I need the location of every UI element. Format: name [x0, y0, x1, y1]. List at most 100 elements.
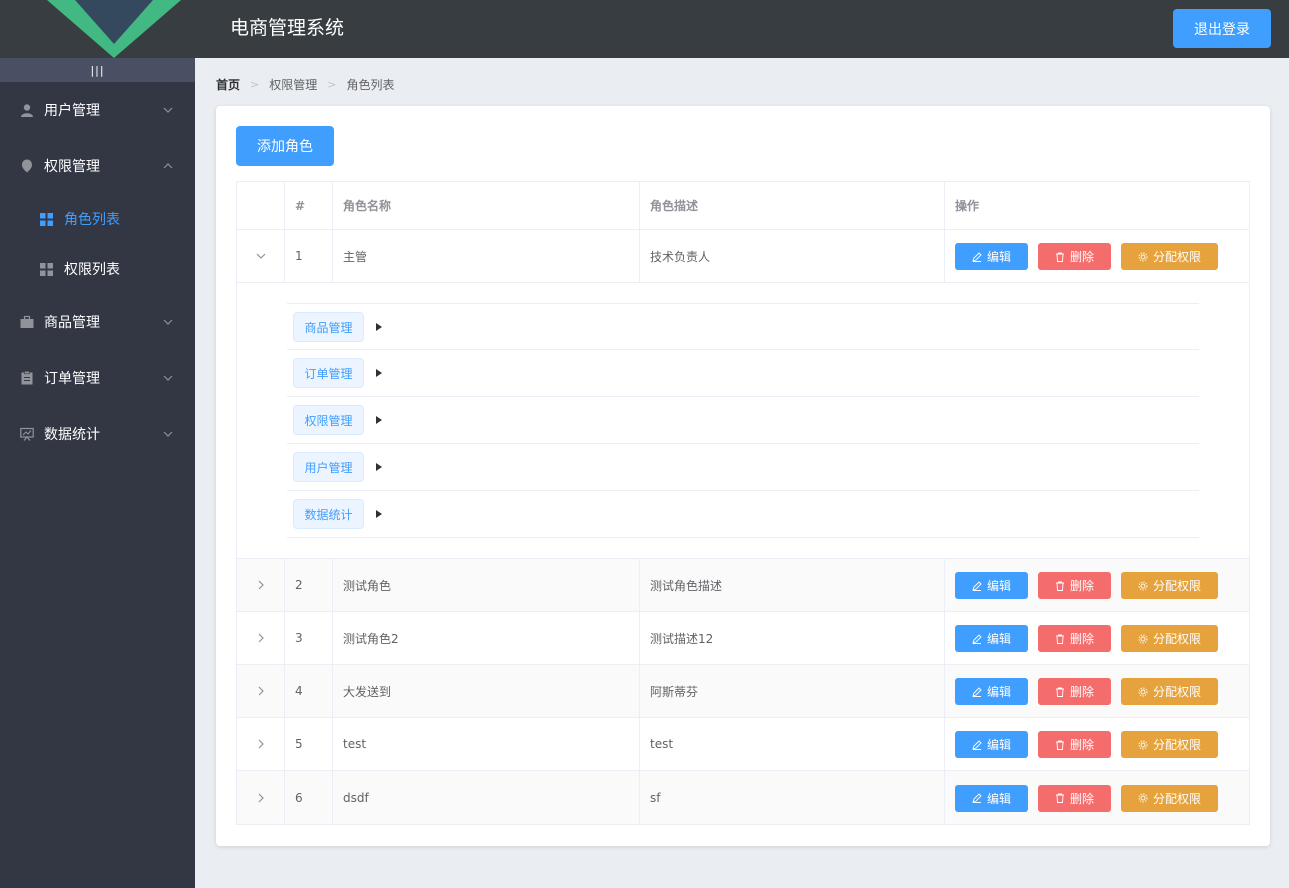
sidebar-item-users[interactable]: 用户管理 [0, 82, 195, 138]
row-index: 6 [285, 771, 333, 824]
permission-tag[interactable]: 订单管理 [293, 358, 364, 388]
gear-icon [1138, 581, 1148, 590]
assign-permission-button[interactable]: 分配权限 [1121, 625, 1218, 652]
trash-icon [1055, 634, 1064, 644]
gear-icon [1138, 793, 1148, 803]
assign-permission-button[interactable]: 分配权限 [1121, 243, 1218, 270]
delete-button[interactable]: 删除 [1038, 625, 1111, 652]
edit-icon [972, 793, 982, 803]
sidebar-item-label: 商品管理 [44, 315, 100, 331]
chevron-right-icon: > [327, 77, 337, 91]
edit-button[interactable]: 编辑 [955, 678, 1028, 705]
chevron-right-icon [258, 633, 264, 643]
edit-icon [972, 739, 982, 750]
expand-toggle[interactable] [237, 771, 285, 824]
permission-tag[interactable]: 商品管理 [293, 312, 364, 342]
expand-toggle[interactable] [237, 230, 285, 282]
breadcrumb-item: 权限管理 [269, 77, 318, 92]
vue-logo [0, 0, 195, 58]
chevron-down-icon [163, 431, 173, 437]
sidebar-item-goods[interactable]: 商品管理 [0, 294, 195, 350]
add-role-button[interactable]: 添加角色 [236, 126, 334, 166]
user-icon [21, 104, 33, 117]
chevron-down-icon [256, 253, 265, 259]
column-header-role-desc: 角色描述 [640, 182, 945, 229]
role-desc: 阿斯蒂芬 [640, 665, 945, 717]
chart-board-icon [20, 427, 34, 441]
trash-icon [1055, 581, 1064, 591]
sidebar-item-stats[interactable]: 数据统计 [0, 406, 195, 462]
sidebar-item-permissions[interactable]: 权限管理 [0, 138, 195, 194]
trash-icon [1055, 793, 1064, 803]
role-desc: test [640, 718, 945, 770]
caret-right-icon [376, 369, 382, 377]
permission-tag[interactable]: 数据统计 [293, 499, 364, 529]
assign-permission-button[interactable]: 分配权限 [1121, 572, 1218, 599]
content-card: 添加角色 # 角色名称 角色描述 操作 1 主管 技术负责人 编辑 删除 分配权… [216, 106, 1270, 846]
delete-label: 删除 [1069, 579, 1094, 593]
edit-button[interactable]: 编辑 [955, 572, 1028, 599]
breadcrumb-home[interactable]: 首页 [216, 76, 240, 93]
expand-toggle[interactable] [237, 559, 285, 611]
sidebar-toggle-button[interactable]: ||| [0, 58, 195, 82]
table-row: 6 dsdf sf 编辑 删除 分配权限 [237, 771, 1249, 824]
trash-icon [1055, 687, 1064, 697]
expanded-permissions: 商品管理 订单管理 权限管理 用户管理 数据统计 [237, 283, 1249, 559]
table-row: 2 测试角色 测试角色描述 编辑 删除 分配权限 [237, 559, 1249, 612]
permission-row: 用户管理 [287, 444, 1199, 491]
delete-button[interactable]: 删除 [1038, 784, 1111, 812]
caret-right-icon [376, 323, 382, 331]
column-header-actions: 操作 [955, 199, 980, 213]
grid-icon [40, 262, 53, 276]
column-header-index: # [285, 182, 333, 229]
assign-permission-label: 分配权限 [1152, 250, 1201, 264]
lock-icon [22, 159, 32, 173]
table-row: 4 大发送到 阿斯蒂芬 编辑 删除 分配权限 [237, 665, 1249, 718]
assign-permission-label: 分配权限 [1152, 738, 1201, 752]
chevron-right-icon: > [250, 77, 260, 91]
assign-permission-button[interactable]: 分配权限 [1121, 784, 1218, 812]
chevron-down-icon [163, 375, 173, 381]
role-desc: 测试描述12 [640, 612, 945, 664]
delete-label: 删除 [1069, 685, 1094, 699]
edit-button[interactable]: 编辑 [955, 625, 1028, 652]
gear-icon [1138, 687, 1148, 696]
chevron-up-icon [163, 163, 173, 169]
row-index: 2 [285, 559, 333, 611]
expand-toggle[interactable] [237, 612, 285, 664]
table-row: 5 test test 编辑 删除 分配权限 [237, 718, 1249, 771]
role-name: 测试角色 [333, 559, 640, 611]
row-index: 1 [285, 230, 333, 282]
sidebar-subitem-role-list[interactable]: 角色列表 [0, 194, 195, 244]
role-name: 大发送到 [333, 665, 640, 717]
sidebar-subitem-permission-list[interactable]: 权限列表 [0, 244, 195, 294]
delete-button[interactable]: 删除 [1038, 572, 1111, 599]
edit-button[interactable]: 编辑 [955, 243, 1028, 270]
expand-toggle[interactable] [237, 665, 285, 717]
edit-label: 编辑 [986, 632, 1011, 646]
delete-button[interactable]: 删除 [1038, 731, 1111, 758]
assign-permission-button[interactable]: 分配权限 [1121, 678, 1218, 705]
app-title: 电商管理系统 [230, 17, 345, 39]
assign-permission-label: 分配权限 [1152, 579, 1201, 593]
assign-permission-button[interactable]: 分配权限 [1121, 731, 1218, 758]
caret-right-icon [376, 416, 382, 424]
edit-icon [972, 580, 982, 591]
delete-button[interactable]: 删除 [1038, 678, 1111, 705]
row-actions: 编辑 删除 分配权限 [945, 559, 1249, 611]
grid-icon [40, 212, 53, 226]
edit-button[interactable]: 编辑 [955, 784, 1028, 812]
permission-tag[interactable]: 权限管理 [293, 405, 364, 435]
delete-button[interactable]: 删除 [1038, 243, 1111, 270]
assign-permission-label: 分配权限 [1152, 632, 1201, 646]
edit-button[interactable]: 编辑 [955, 731, 1028, 758]
permission-row: 订单管理 [287, 350, 1199, 397]
expand-toggle[interactable] [237, 718, 285, 770]
sidebar-item-orders[interactable]: 订单管理 [0, 350, 195, 406]
breadcrumb: 首页 > 权限管理 > 角色列表 [216, 75, 394, 93]
trash-icon [1055, 740, 1064, 750]
assign-permission-label: 分配权限 [1152, 791, 1201, 806]
logout-button[interactable]: 退出登录 [1173, 9, 1271, 48]
sidebar-subitem-label: 角色列表 [64, 212, 120, 228]
permission-tag[interactable]: 用户管理 [293, 452, 364, 482]
